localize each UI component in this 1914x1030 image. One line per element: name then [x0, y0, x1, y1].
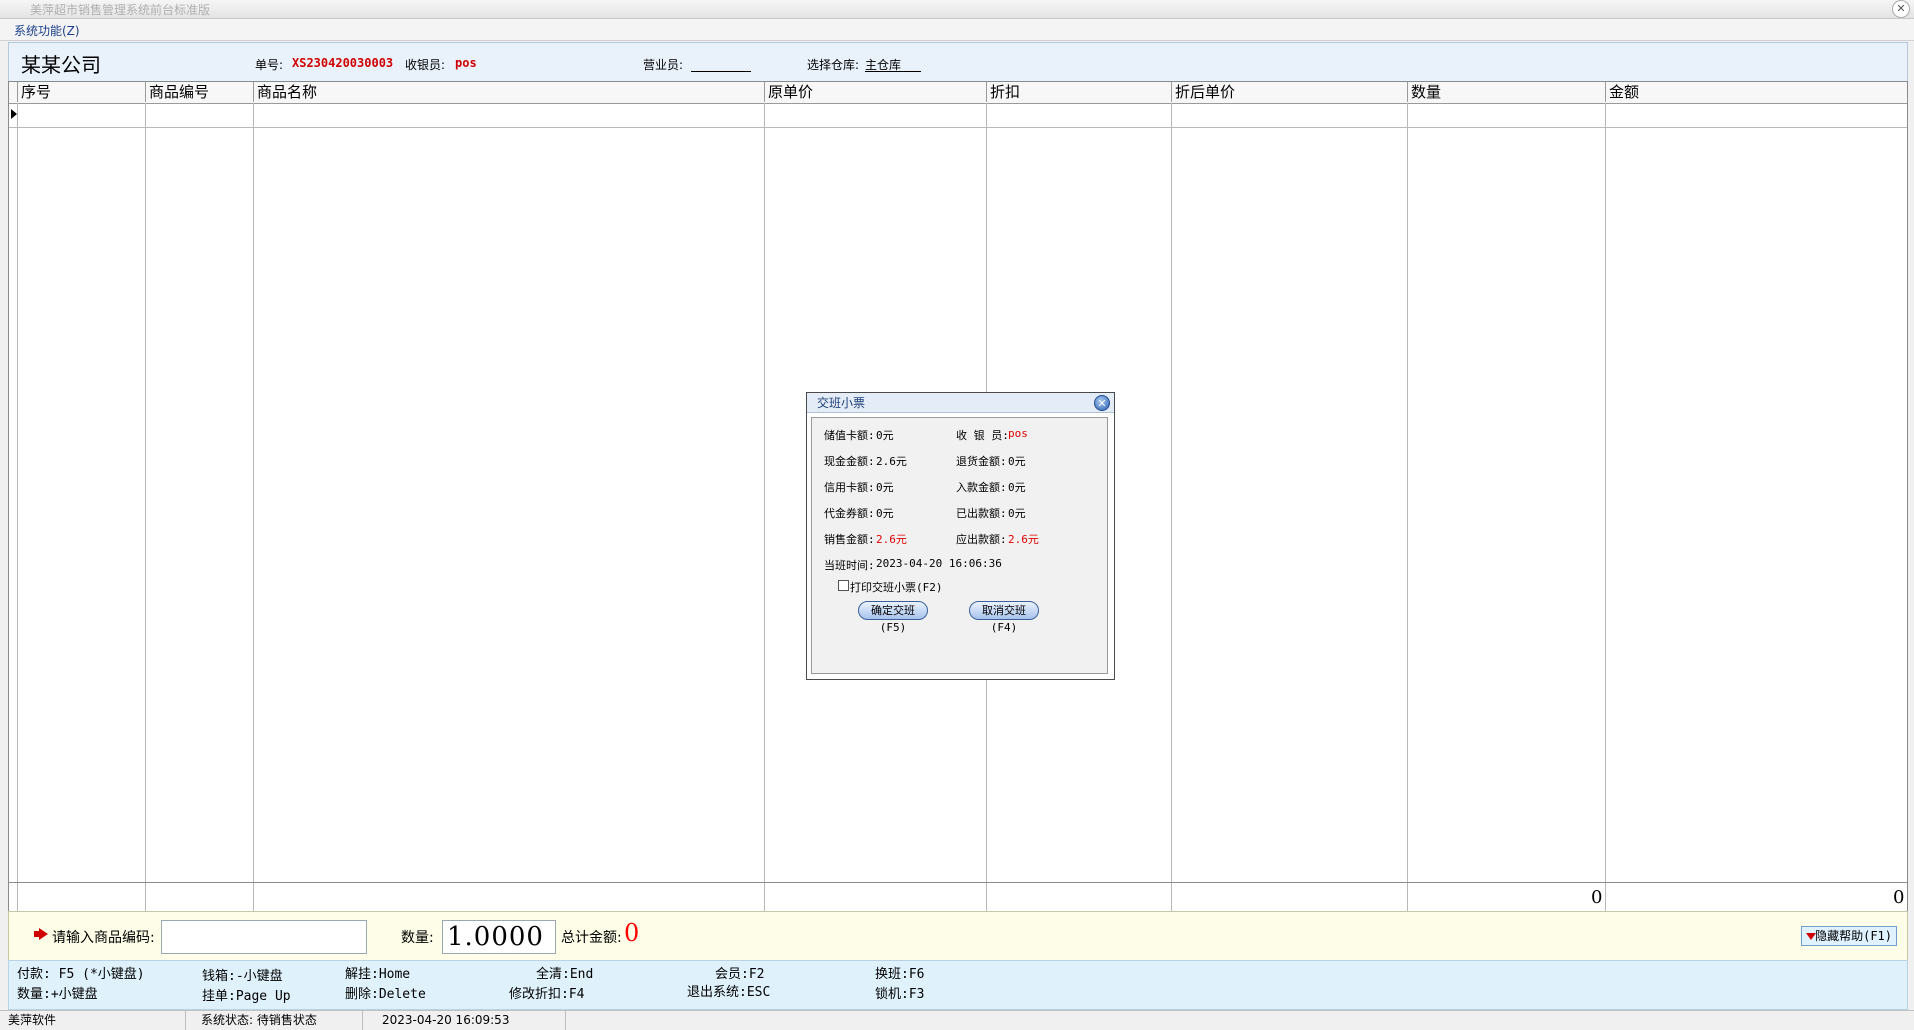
column-header-product-name[interactable]: 商品名称 [254, 82, 765, 102]
amount-due-label: 应出款额: [956, 533, 1007, 546]
amount-due-value: 2.6元 [1008, 533, 1039, 546]
cashier-value: pos [455, 56, 477, 70]
dialog-title: 交班小票 [817, 396, 866, 410]
product-input-bar: 请输入商品编码: 数量: 1.0000 总计金额: 0 隐藏帮助(F1) [8, 911, 1908, 961]
total-quantity: 0 [1591, 887, 1603, 908]
shortcut-help-panel: 付款: F5 (*小键盘) 数量:+小键盘 钱箱:-小键盘 挂单:Page Up… [8, 960, 1908, 1010]
credit-label: 信用卡额: [824, 481, 875, 494]
order-header: 某某公司 单号: XS230420030003 收银员: pos 营业员: 选择… [8, 42, 1908, 82]
deposit-label: 入款金额: [956, 481, 1007, 494]
shortcut-quantity: 数量:+小键盘 [17, 987, 98, 1002]
shortcut-cash-drawer: 钱箱:-小键盘 [202, 969, 283, 984]
dialog-cashier-label: 收 银 员: [956, 429, 1009, 442]
shortcut-member: 会员:F2 [715, 967, 765, 982]
shift-time-label: 当班时间: [824, 559, 875, 572]
arrow-right-icon [34, 928, 48, 940]
print-receipt-checkbox[interactable] [838, 580, 849, 591]
window-title: 美萍超市销售管理系统前台标准版 [30, 3, 211, 17]
status-bar: 美萍软件 系统状态: 待销售状态 2023-04-20 16:09:53 [0, 1010, 1914, 1030]
shift-time-value: 2023-04-20 16:06:36 [876, 557, 1002, 570]
menu-system-functions[interactable]: 系统功能(Z) [14, 22, 80, 39]
voucher-value: 0元 [876, 507, 894, 520]
shift-handover-dialog: 交班小票 ✕ 储值卡额: 0元 收 银 员: pos 现金金额: 2.6元 退货… [806, 392, 1115, 680]
column-header-discounted-price[interactable]: 折后单价 [1172, 82, 1408, 102]
stored-card-label: 储值卡额: [824, 429, 875, 442]
cashier-label: 收银员: [405, 58, 446, 72]
total-amount-label: 总计金额: [561, 930, 622, 946]
stored-card-value: 0元 [876, 429, 894, 442]
shortcut-delete: 删除:Delete [345, 987, 426, 1002]
dialog-close-icon[interactable]: ✕ [1094, 395, 1110, 411]
sales-amount-label: 销售金额: [824, 533, 875, 546]
cash-value: 2.6元 [876, 455, 907, 468]
shortcut-clear-all: 全清:End [536, 967, 594, 982]
deposit-value: 0元 [1008, 481, 1026, 494]
barcode-input[interactable] [161, 920, 367, 954]
column-header-index[interactable]: 序号 [18, 82, 146, 102]
column-header-amount[interactable]: 金额 [1606, 82, 1907, 102]
company-name: 某某公司 [21, 53, 101, 77]
shortcut-lock: 锁机:F3 [875, 987, 925, 1002]
hide-help-button[interactable]: 隐藏帮助(F1) [1801, 926, 1897, 946]
credit-value: 0元 [876, 481, 894, 494]
warehouse-select[interactable]: 主仓库 [865, 56, 921, 72]
barcode-label: 请输入商品编码: [52, 930, 155, 946]
cash-label: 现金金额: [824, 455, 875, 468]
order-number-value: XS230420030003 [292, 56, 394, 70]
column-header-original-price[interactable]: 原单价 [765, 82, 987, 102]
column-header-product-code[interactable]: 商品编号 [146, 82, 254, 102]
paid-out-label: 已出款额: [956, 507, 1007, 520]
print-receipt-label[interactable]: 打印交班小票(F2) [850, 579, 943, 595]
cancel-shift-button[interactable]: 取消交班(F4) [969, 601, 1039, 634]
refund-label: 退货金额: [956, 455, 1007, 468]
current-row-indicator-icon [11, 109, 17, 119]
shortcut-resume-order: 解挂:Home [345, 967, 411, 982]
warehouse-label: 选择仓库: [807, 58, 860, 72]
status-datetime: 2023-04-20 16:09:53 [372, 1011, 566, 1030]
triangle-down-icon [1806, 933, 1816, 940]
quantity-label: 数量: [401, 930, 434, 946]
shortcut-exit: 退出系统:ESC [687, 985, 771, 1000]
status-state: 系统状态: 待销售状态 [193, 1011, 363, 1030]
quantity-input[interactable]: 1.0000 [442, 920, 556, 954]
dialog-cashier-value: pos [1008, 427, 1028, 440]
paid-out-value: 0元 [1008, 507, 1026, 520]
status-vendor: 美萍软件 [0, 1011, 186, 1030]
shortcut-pay: 付款: F5 (*小键盘) [17, 967, 145, 982]
total-amount: 0 [1893, 887, 1905, 908]
hide-help-label: 隐藏帮助(F1) [1815, 929, 1892, 943]
salesperson-label: 营业员: [643, 58, 684, 72]
total-amount-value: 0 [624, 919, 640, 947]
window-close-icon[interactable]: ✕ [1892, 0, 1910, 18]
dialog-body: 储值卡额: 0元 收 银 员: pos 现金金额: 2.6元 退货金额: 0元 … [811, 417, 1108, 674]
salesperson-field[interactable] [691, 56, 751, 72]
refund-value: 0元 [1008, 455, 1026, 468]
table-header-row: 序号 商品编号 商品名称 原单价 折扣 折后单价 数量 金额 [9, 82, 1907, 104]
order-number-label: 单号: [255, 58, 284, 72]
sales-amount-value: 2.6元 [876, 533, 907, 546]
window-title-bar: 美萍超市销售管理系统前台标准版 ✕ [0, 0, 1914, 19]
column-header-quantity[interactable]: 数量 [1408, 82, 1606, 102]
column-header-discount[interactable]: 折扣 [987, 82, 1172, 102]
shortcut-edit-discount: 修改折扣:F4 [509, 987, 585, 1002]
shortcut-change-shift: 换班:F6 [875, 967, 925, 982]
confirm-shift-button[interactable]: 确定交班(F5) [858, 601, 928, 634]
row-selector-header [9, 82, 18, 102]
menu-bar: 系统功能(Z) [0, 19, 1914, 41]
dialog-title-bar: 交班小票 [807, 393, 1114, 413]
shortcut-hold-order: 挂单:Page Up [202, 989, 291, 1004]
voucher-label: 代金券额: [824, 507, 875, 520]
